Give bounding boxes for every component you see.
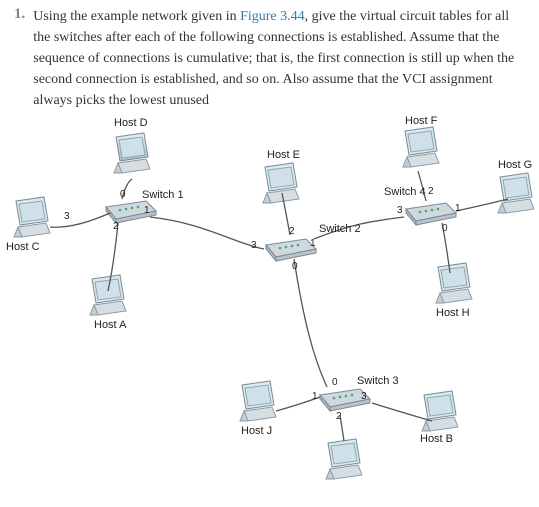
question-block: 1. Using the example network given in Fi…	[14, 6, 525, 111]
s1-port-2: 2	[113, 221, 119, 232]
s2-port-1: 1	[310, 238, 316, 249]
s1-port-3: 3	[64, 211, 70, 222]
s3-port-0: 0	[332, 377, 338, 388]
host-g-label: Host G	[498, 159, 532, 171]
host-j-label: Host J	[241, 425, 272, 437]
switch-1-label: Switch 1	[142, 189, 184, 201]
host-d-label: Host D	[114, 117, 148, 129]
q-text-before: Using the example network given in	[33, 9, 240, 24]
host-a-label: Host A	[94, 319, 126, 331]
figure-reference: Figure 3.44	[240, 9, 305, 24]
host-c-label: Host C	[6, 241, 40, 253]
s1-port-1: 1	[144, 205, 150, 216]
switch-3-label: Switch 3	[357, 375, 399, 387]
switch-4-label: Switch 4	[384, 186, 426, 198]
s3-port-2: 2	[336, 411, 342, 422]
s4-port-3: 3	[397, 205, 403, 216]
s3-port-1: 1	[312, 391, 318, 402]
s4-port-0: 0	[442, 223, 448, 234]
s4-port-2: 2	[428, 186, 434, 197]
s2-port-2: 2	[289, 226, 295, 237]
host-e-label: Host E	[267, 149, 300, 161]
question-number: 1.	[14, 6, 25, 111]
switch-2-label: Switch 2	[319, 223, 361, 235]
s2-port-3: 3	[251, 240, 257, 251]
host-h-label: Host H	[436, 307, 470, 319]
host-b-label: Host B	[420, 433, 453, 445]
s2-port-0: 0	[292, 261, 298, 272]
s3-port-3: 3	[361, 391, 367, 402]
s4-port-1: 1	[455, 203, 461, 214]
s1-port-0: 0	[120, 189, 126, 200]
question-text: Using the example network given in Figur…	[33, 6, 525, 111]
network-diagram: Host D Host C Host A Host E Host F Host …	[14, 123, 524, 483]
host-f-label: Host F	[405, 115, 437, 127]
